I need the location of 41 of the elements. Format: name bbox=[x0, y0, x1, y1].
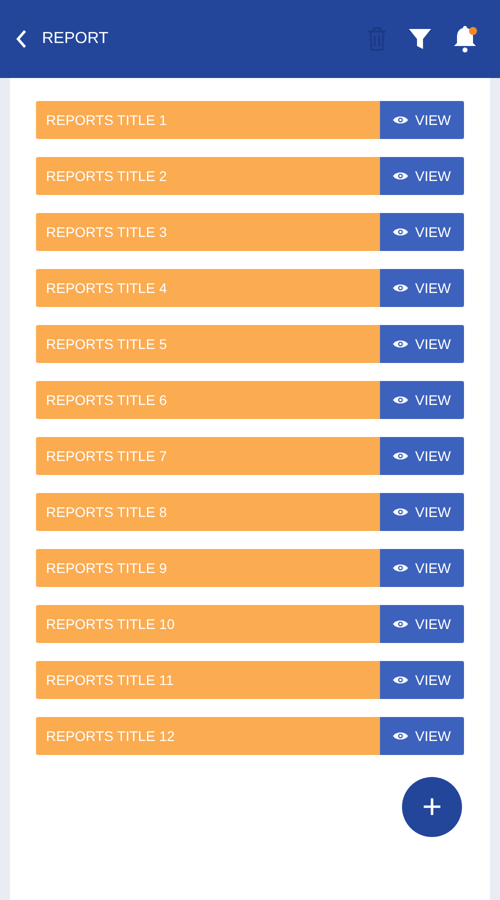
eye-icon bbox=[393, 283, 408, 293]
report-title: REPORTS TITLE 6 bbox=[36, 381, 380, 419]
report-title: REPORTS TITLE 8 bbox=[36, 493, 380, 531]
eye-icon bbox=[393, 451, 408, 461]
eye-icon bbox=[393, 675, 408, 685]
report-title: REPORTS TITLE 2 bbox=[36, 157, 380, 195]
view-button[interactable]: VIEW bbox=[380, 381, 464, 419]
report-title: REPORTS TITLE 3 bbox=[36, 213, 380, 251]
view-button[interactable]: VIEW bbox=[380, 493, 464, 531]
report-title: REPORTS TITLE 12 bbox=[36, 717, 380, 755]
view-button[interactable]: VIEW bbox=[380, 325, 464, 363]
report-title: REPORTS TITLE 4 bbox=[36, 269, 380, 307]
report-title: REPORTS TITLE 7 bbox=[36, 437, 380, 475]
view-button[interactable]: VIEW bbox=[380, 549, 464, 587]
eye-icon bbox=[393, 619, 408, 629]
report-title: REPORTS TITLE 1 bbox=[36, 101, 380, 139]
eye-icon bbox=[393, 507, 408, 517]
view-button[interactable]: VIEW bbox=[380, 717, 464, 755]
report-title: REPORTS TITLE 11 bbox=[36, 661, 380, 699]
filter-icon[interactable] bbox=[408, 27, 432, 51]
eye-icon bbox=[393, 395, 408, 405]
report-title: REPORTS TITLE 9 bbox=[36, 549, 380, 587]
view-button[interactable]: VIEW bbox=[380, 157, 464, 195]
report-title: REPORTS TITLE 10 bbox=[36, 605, 380, 643]
bell-icon[interactable] bbox=[452, 25, 478, 53]
eye-icon bbox=[393, 171, 408, 181]
eye-icon bbox=[393, 115, 408, 125]
report-title: REPORTS TITLE 5 bbox=[36, 325, 380, 363]
back-icon[interactable] bbox=[16, 29, 28, 49]
eye-icon bbox=[393, 563, 408, 573]
view-button[interactable]: VIEW bbox=[380, 213, 464, 251]
page-title: REPORT bbox=[42, 30, 108, 48]
view-button[interactable]: VIEW bbox=[380, 101, 464, 139]
eye-icon bbox=[393, 227, 408, 237]
view-button[interactable]: VIEW bbox=[380, 605, 464, 643]
view-button[interactable]: VIEW bbox=[380, 661, 464, 699]
eye-icon bbox=[393, 339, 408, 349]
eye-icon bbox=[393, 731, 408, 741]
view-button[interactable]: VIEW bbox=[380, 437, 464, 475]
add-button[interactable]: + bbox=[402, 777, 462, 837]
view-button[interactable]: VIEW bbox=[380, 269, 464, 307]
